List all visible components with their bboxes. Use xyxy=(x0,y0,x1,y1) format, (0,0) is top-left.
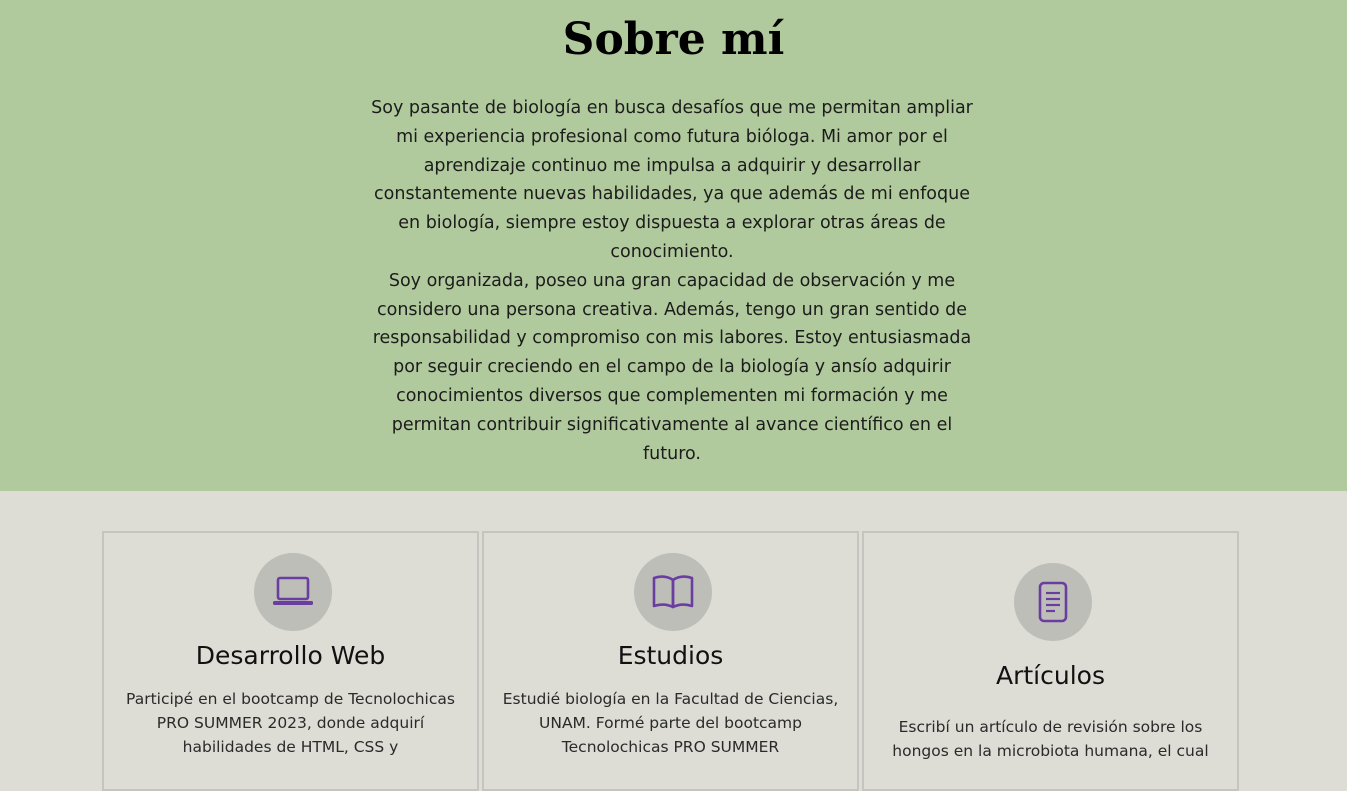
card-text-studies: Estudié biología en la Facultad de Cienc… xyxy=(502,690,839,756)
card-studies: Estudios Estudié biología en la Facultad… xyxy=(482,531,859,791)
card-text-web-development: Participé en el bootcamp de Tecnolochica… xyxy=(126,690,455,756)
card-title-studies: Estudios xyxy=(617,641,724,670)
about-section: Sobre mí Soy pasante de biología en busc… xyxy=(0,0,1347,491)
card-title-web-development: Desarrollo Web xyxy=(195,641,386,670)
card-web-development: Desarrollo Web Participé en el bootcamp … xyxy=(102,531,479,791)
laptop-icon-circle xyxy=(254,553,332,631)
laptop-icon xyxy=(273,576,313,605)
card-articles: Artículos Escribí un artículo de revisió… xyxy=(862,531,1239,791)
document-icon xyxy=(1038,581,1068,623)
book-icon-circle xyxy=(634,553,712,631)
about-description: Soy pasante de biología en busca desafío… xyxy=(371,94,973,468)
book-icon xyxy=(652,575,694,609)
about-title: Sobre mí xyxy=(562,14,785,65)
card-title-articles: Artículos xyxy=(996,661,1105,690)
about-paragraph-2: Soy organizada, poseo una gran capacidad… xyxy=(372,270,972,464)
about-paragraph-1: Soy pasante de biología en busca desafío… xyxy=(371,98,973,262)
document-icon-circle xyxy=(1014,563,1092,641)
card-text-articles: Escribí un artículo de revisión sobre lo… xyxy=(892,718,1209,760)
